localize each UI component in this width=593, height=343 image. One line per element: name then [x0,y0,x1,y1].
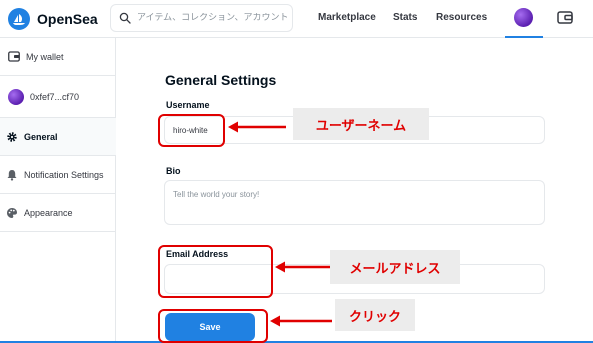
email-callout: メールアドレス [330,250,460,284]
username-callout: ユーザーネーム [293,108,429,140]
profile-avatar[interactable] [514,8,533,27]
search-bar[interactable] [110,4,293,32]
wallet-icon[interactable] [557,10,573,25]
save-arrow-icon [270,315,332,327]
username-arrow-icon [228,121,286,133]
brand-name: OpenSea [37,11,98,27]
bell-icon [7,169,17,181]
sidebar-item-general[interactable]: General [0,118,116,156]
email-arrow-icon [275,261,330,273]
username-label: Username [166,100,210,110]
active-tab-indicator [505,36,543,38]
email-highlight-box [158,245,273,298]
page-title: General Settings [165,72,277,88]
sidebar-my-wallet[interactable]: My wallet [0,38,116,76]
sidebar-item-appearance[interactable]: Appearance [0,194,116,232]
nav-resources[interactable]: Resources [436,12,487,23]
avatar [8,88,24,105]
sidebar-item-label: Appearance [24,207,73,218]
opensea-logo[interactable]: OpenSea [8,8,98,30]
palette-icon [7,207,17,218]
sidebar-item-notification-settings[interactable]: Notification Settings [0,156,116,194]
search-icon [119,12,131,24]
nav-stats[interactable]: Stats [393,12,417,23]
bio-input[interactable] [173,190,533,220]
top-header: OpenSea Marketplace Stats Resources [0,0,593,38]
bio-field[interactable] [164,180,545,225]
sidebar-item-label: Notification Settings [24,169,104,180]
wallet-icon [8,51,20,62]
wallet-address: 0xfef7...cf70 [30,91,80,102]
search-input[interactable] [137,13,287,23]
settings-sidebar: My wallet 0xfef7...cf70 General Notifica… [0,38,116,343]
nav-marketplace[interactable]: Marketplace [318,12,376,23]
sidebar-item-label: General [24,131,58,142]
sidebar-wallet-address[interactable]: 0xfef7...cf70 [0,76,116,118]
username-highlight-box [158,114,225,147]
gear-icon [7,131,17,142]
click-callout: クリック [335,299,415,331]
sidebar-my-wallet-label: My wallet [26,51,64,62]
bio-label: Bio [166,166,181,176]
save-highlight-box [158,309,268,343]
opensea-logo-icon [8,8,30,30]
